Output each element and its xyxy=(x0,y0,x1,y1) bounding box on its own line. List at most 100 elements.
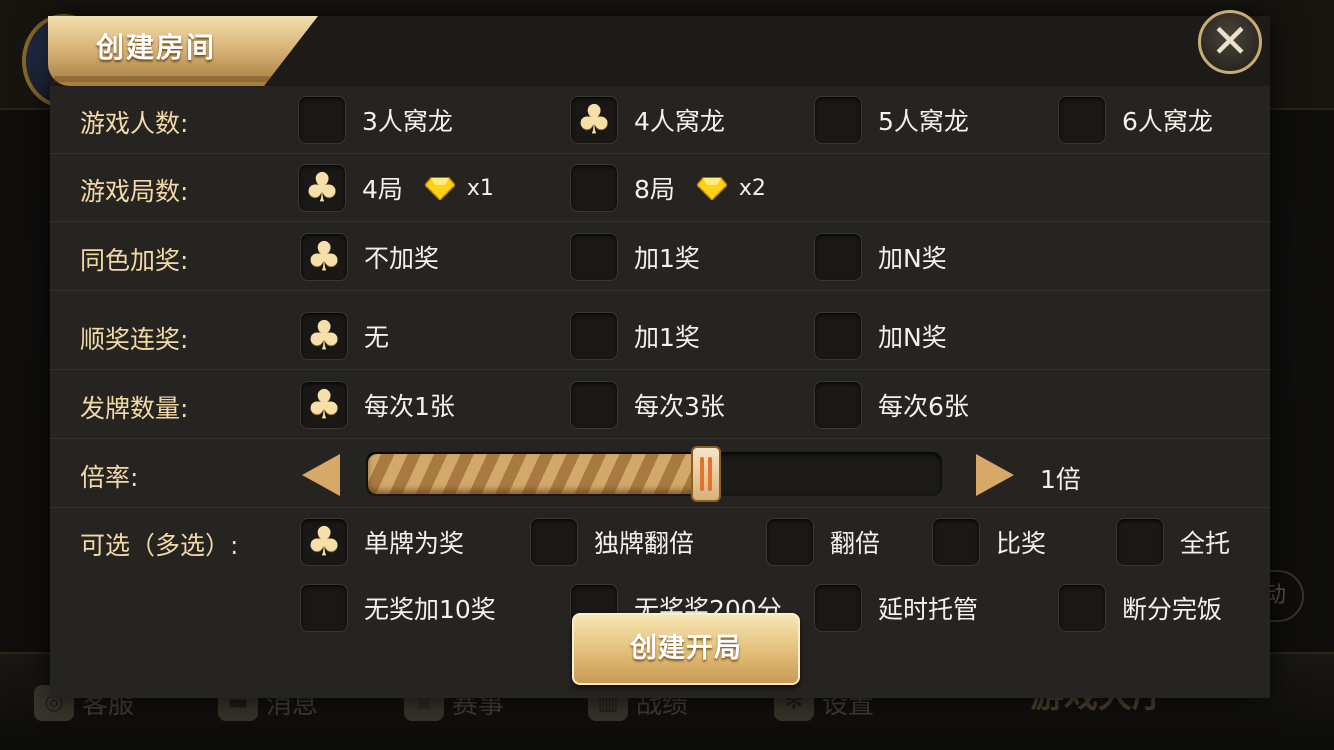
create-game-button[interactable]: 创建开局 xyxy=(572,613,800,685)
checkbox[interactable]: ♣ xyxy=(570,233,618,281)
option-rounds-8[interactable]: ♣ 8局 x2 xyxy=(570,163,766,213)
checkbox[interactable]: ♣ xyxy=(814,96,862,144)
checkbox[interactable]: ♣ xyxy=(1058,584,1106,632)
create-room-dialog: 创建房间 ✕ 游戏人数: ♣ 3人窝龙 ♣ 4人窝龙 ♣ 5人窝龙 ♣ 6人窝龙 游戏局… xyxy=(48,10,1270,698)
option-label: 翻倍 xyxy=(830,529,881,558)
option-double[interactable]: ♣ 翻倍 xyxy=(766,517,880,567)
row-rounds: 游戏局数: ♣ 4局 x1 ♣ 8局 x2 xyxy=(50,154,1270,222)
option-label: 无 xyxy=(364,323,390,352)
option-deal-6[interactable]: ♣ 每次6张 xyxy=(814,380,969,430)
club-icon: ♣ xyxy=(306,382,342,428)
checkbox[interactable]: ♣ xyxy=(1058,96,1106,144)
option-delayed-auto[interactable]: ♣ 延时托管 xyxy=(814,583,978,633)
option-compare-bonus[interactable]: ♣ 比奖 xyxy=(932,517,1046,567)
diamond-icon xyxy=(696,177,727,200)
option-plus-1-bonus[interactable]: ♣ 加1奖 xyxy=(570,232,700,282)
option-players-3[interactable]: ♣ 3人窝龙 xyxy=(298,95,453,145)
increase-arrow-icon[interactable] xyxy=(976,454,1014,496)
option-label: 断分完饭 xyxy=(1122,595,1223,624)
option-label: 单牌为奖 xyxy=(364,529,465,558)
option-label: 3人窝龙 xyxy=(362,107,453,136)
checkbox[interactable]: ♣ xyxy=(300,381,348,429)
checkbox[interactable]: ♣ xyxy=(570,96,618,144)
close-icon: ✕ xyxy=(1210,14,1250,68)
option-rounds-4[interactable]: ♣ 4局 x1 xyxy=(298,163,494,213)
dialog-title: 创建房间 xyxy=(96,31,217,64)
diamond-cost: x2 xyxy=(738,175,766,201)
option-label: 5人窝龙 xyxy=(878,107,969,136)
option-label: 每次3张 xyxy=(634,392,725,421)
option-label: 无奖加10奖 xyxy=(364,595,496,624)
checkbox[interactable]: ♣ xyxy=(932,518,980,566)
option-label: 比奖 xyxy=(996,529,1047,558)
option-label: 6人窝龙 xyxy=(1122,107,1213,136)
decrease-arrow-icon[interactable] xyxy=(302,454,340,496)
slider-handle[interactable] xyxy=(691,446,721,502)
multiplier-slider[interactable] xyxy=(366,446,942,502)
diamond-icon xyxy=(424,177,455,200)
club-icon: ♣ xyxy=(306,313,342,359)
option-players-5[interactable]: ♣ 5人窝龙 xyxy=(814,95,969,145)
option-no-bonus[interactable]: ♣ 不加奖 xyxy=(300,232,439,282)
option-label: 全托 xyxy=(1180,529,1231,558)
option-none[interactable]: ♣ 无 xyxy=(300,311,389,361)
option-label: 延时托管 xyxy=(878,595,979,624)
club-icon: ♣ xyxy=(576,97,612,143)
option-label: 4人窝龙 xyxy=(634,107,725,136)
option-no-bonus-plus-10[interactable]: ♣ 无奖加10奖 xyxy=(300,583,496,633)
option-label: 每次6张 xyxy=(878,392,969,421)
option-plus-n-bonus[interactable]: ♣ 加N奖 xyxy=(814,311,947,361)
club-icon: ♣ xyxy=(304,165,340,211)
multiplier-value: 1倍 xyxy=(1040,465,1081,494)
option-plus-1-bonus[interactable]: ♣ 加1奖 xyxy=(570,311,700,361)
option-label: 独牌翻倍 xyxy=(594,529,695,558)
multiplier-label: 倍率: xyxy=(80,463,139,492)
checkbox[interactable]: ♣ xyxy=(298,164,346,212)
game-screen: 活动 ◎客服 ▬消息 ♕赛事 ▥战绩 ✻设置 ♣游戏大厅 创建房间 ✕ 游戏人数… xyxy=(0,0,1334,750)
checkbox[interactable]: ♣ xyxy=(570,164,618,212)
option-label: 加1奖 xyxy=(634,244,700,273)
checkbox[interactable]: ♣ xyxy=(814,312,862,360)
option-label: 8局 xyxy=(634,175,675,204)
option-players-4[interactable]: ♣ 4人窝龙 xyxy=(570,95,725,145)
slider-fill xyxy=(368,454,708,494)
checkbox[interactable]: ♣ xyxy=(300,584,348,632)
row-deal-count: 发牌数量: ♣ 每次1张 ♣ 每次3张 ♣ 每次6张 xyxy=(50,371,1270,439)
club-icon: ♣ xyxy=(306,234,342,280)
checkbox[interactable]: ♣ xyxy=(814,381,862,429)
checkbox[interactable]: ♣ xyxy=(298,96,346,144)
rounds-label: 游戏局数: xyxy=(80,177,189,206)
checkbox[interactable]: ♣ xyxy=(300,518,348,566)
checkbox[interactable]: ♣ xyxy=(300,312,348,360)
option-players-6[interactable]: ♣ 6人窝龙 xyxy=(1058,95,1213,145)
checkbox[interactable]: ♣ xyxy=(766,518,814,566)
checkbox[interactable]: ♣ xyxy=(570,381,618,429)
club-icon: ♣ xyxy=(306,519,342,565)
option-label: 加N奖 xyxy=(878,244,947,273)
option-label: 4局 xyxy=(362,175,403,204)
same-color-bonus-label: 同色加奖: xyxy=(80,246,189,275)
checkbox[interactable]: ♣ xyxy=(814,233,862,281)
option-label: 加1奖 xyxy=(634,323,700,352)
checkbox[interactable]: ♣ xyxy=(570,312,618,360)
straight-bonus-label: 顺奖连奖: xyxy=(80,325,189,354)
option-deal-3[interactable]: ♣ 每次3张 xyxy=(570,380,725,430)
option-single-card-bonus[interactable]: ♣ 单牌为奖 xyxy=(300,517,464,567)
checkbox[interactable]: ♣ xyxy=(300,233,348,281)
option-label: 不加奖 xyxy=(364,244,440,273)
diamond-cost: x1 xyxy=(466,175,494,201)
optional-label: 可选（多选）: xyxy=(80,531,239,560)
checkbox[interactable]: ♣ xyxy=(1116,518,1164,566)
option-solo-double[interactable]: ♣ 独牌翻倍 xyxy=(530,517,694,567)
checkbox[interactable]: ♣ xyxy=(530,518,578,566)
deal-count-label: 发牌数量: xyxy=(80,394,189,423)
option-full-auto[interactable]: ♣ 全托 xyxy=(1116,517,1230,567)
players-label: 游戏人数: xyxy=(80,109,189,138)
option-out-of-points-end[interactable]: ♣ 断分完饭 xyxy=(1058,583,1222,633)
option-plus-n-bonus[interactable]: ♣ 加N奖 xyxy=(814,232,947,282)
row-same-color-bonus: 同色加奖: ♣ 不加奖 ♣ 加1奖 ♣ 加N奖 xyxy=(50,223,1270,291)
option-label: 每次1张 xyxy=(364,392,455,421)
close-button[interactable]: ✕ xyxy=(1198,10,1262,74)
checkbox[interactable]: ♣ xyxy=(814,584,862,632)
option-deal-1[interactable]: ♣ 每次1张 xyxy=(300,380,455,430)
